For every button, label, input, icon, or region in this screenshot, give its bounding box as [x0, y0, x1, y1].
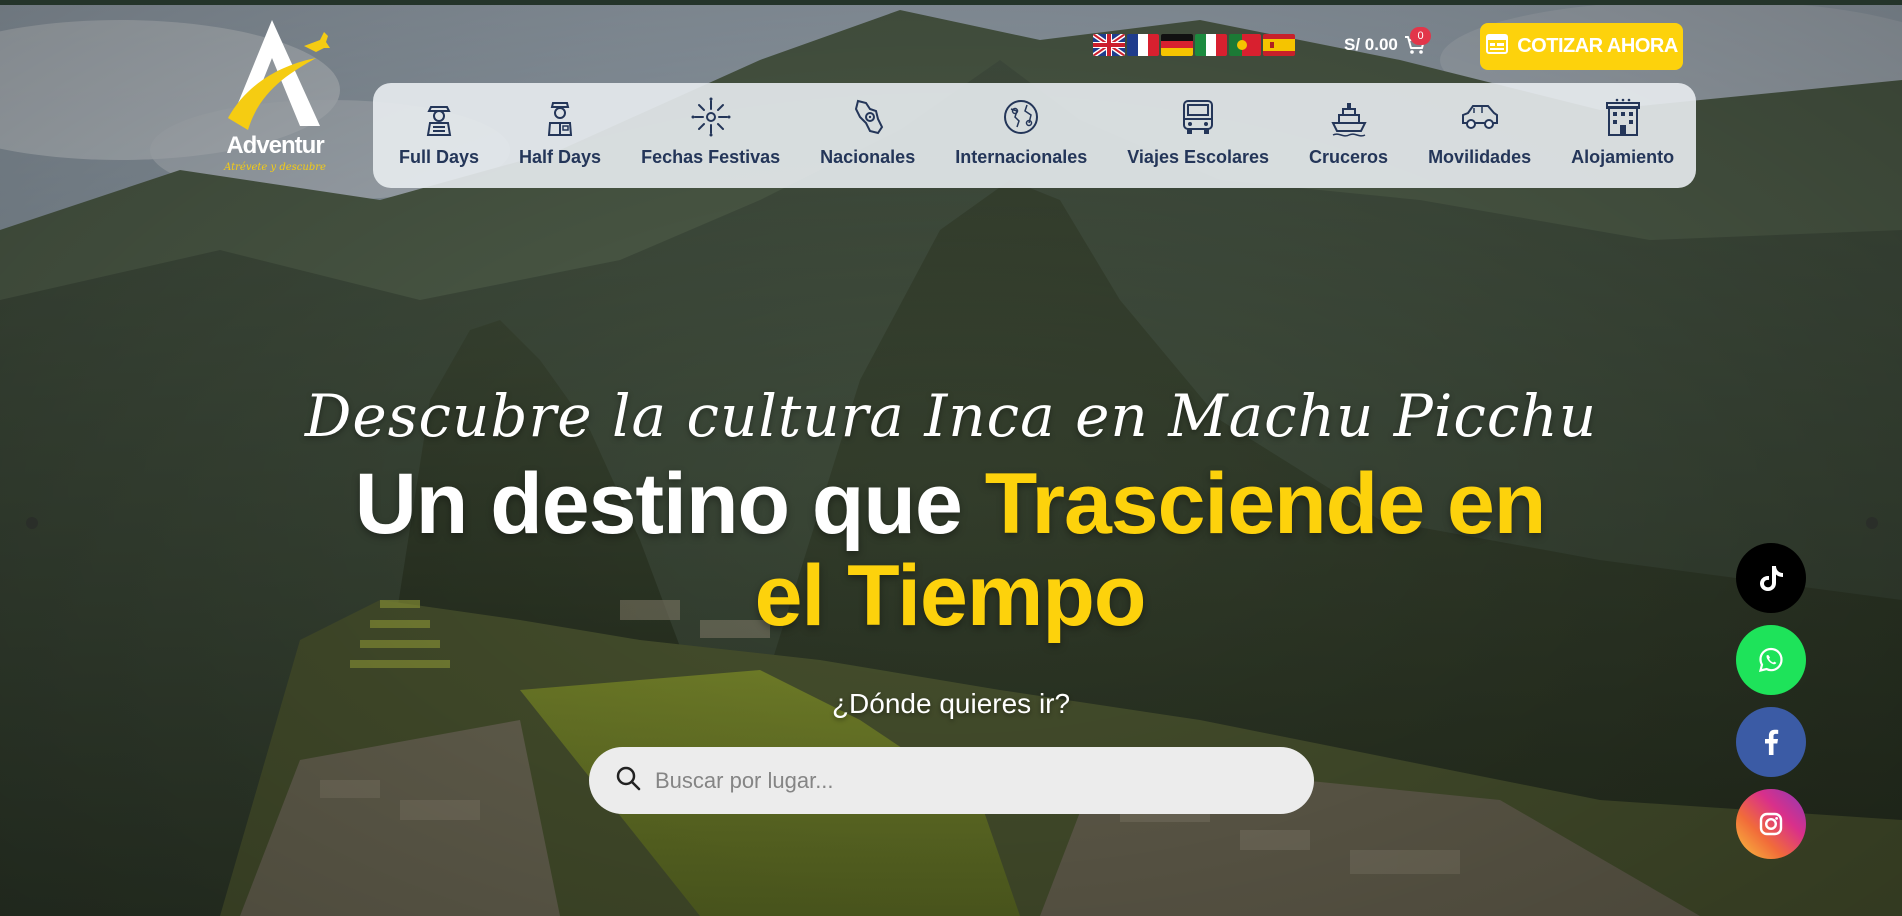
- cruise-ship-icon: [1330, 103, 1367, 137]
- nav-item-alojamiento[interactable]: Alojamiento: [1571, 97, 1674, 168]
- main-nav: Full Days Half Days Fechas Festivas Naci…: [373, 83, 1696, 188]
- hero-headline: Un destino que Trasciende en el Tiempo: [330, 458, 1570, 642]
- explorer-icon: [426, 106, 452, 136]
- search-bar: [589, 747, 1314, 814]
- top-border: [0, 0, 1902, 5]
- nav-label: Movilidades: [1428, 147, 1532, 167]
- globe-pins-icon: [1004, 100, 1039, 134]
- tiktok-icon: [1760, 566, 1783, 591]
- headline-white-text: Un destino que: [354, 456, 985, 552]
- nav-item-cruceros[interactable]: Cruceros: [1309, 97, 1388, 168]
- language-switcher: [1093, 34, 1295, 58]
- nav-item-full-days[interactable]: Full Days: [399, 97, 479, 168]
- instagram-link[interactable]: [1736, 789, 1806, 859]
- car-icon: [1461, 105, 1498, 129]
- guide-icon: [547, 102, 573, 136]
- instagram-icon: [1759, 812, 1783, 836]
- nav-item-viajes-escolares[interactable]: Viajes Escolares: [1127, 97, 1269, 168]
- nav-item-half-days[interactable]: Half Days: [519, 97, 601, 168]
- flag-uk-icon[interactable]: [1093, 34, 1125, 56]
- nav-label: Internacionales: [955, 147, 1088, 167]
- brand-logo[interactable]: Adventur Atrévete y descubre: [220, 18, 330, 178]
- nav-label: Cruceros: [1309, 147, 1389, 167]
- whatsapp-icon: [1758, 647, 1783, 673]
- nav-label: Half Days: [519, 147, 602, 167]
- whatsapp-link[interactable]: [1736, 625, 1806, 695]
- slider-prev-dot[interactable]: [26, 517, 38, 529]
- nav-item-fechas-festivas[interactable]: Fechas Festivas: [641, 97, 780, 168]
- facebook-link[interactable]: [1736, 707, 1806, 777]
- nav-label: Viajes Escolares: [1127, 147, 1270, 167]
- adventur-logo-mark: [228, 20, 330, 130]
- quote-form-icon: [1485, 32, 1509, 61]
- nav-item-movilidades[interactable]: Movilidades: [1428, 97, 1531, 168]
- search-icon[interactable]: [615, 765, 641, 796]
- flag-italy-icon[interactable]: [1195, 34, 1227, 56]
- flag-portugal-icon[interactable]: [1229, 34, 1261, 56]
- flag-france-icon[interactable]: [1127, 34, 1159, 56]
- quote-now-button[interactable]: COTIZAR AHORA: [1480, 23, 1683, 70]
- peru-map-pin-icon: [854, 99, 883, 135]
- slider-next-dot[interactable]: [1866, 517, 1878, 529]
- tiktok-link[interactable]: [1736, 543, 1806, 613]
- nav-label: Nacionales: [820, 147, 916, 167]
- facebook-icon: [1765, 729, 1779, 755]
- hotel-icon: [1605, 98, 1640, 136]
- quote-now-label: COTIZAR AHORA: [1517, 35, 1678, 57]
- brand-name: Adventur: [226, 132, 324, 159]
- hero-question: ¿Dónde quieres ir?: [831, 688, 1071, 719]
- nav-label: Fechas Festivas: [641, 147, 781, 167]
- nav-item-internacionales[interactable]: Internacionales: [955, 97, 1087, 168]
- cart-total: S/ 0.00: [1344, 35, 1398, 54]
- nav-item-nacionales[interactable]: Nacionales: [820, 97, 915, 168]
- hero-script-title: Descubre la cultura Inca en Machu Picchu: [304, 382, 1598, 450]
- nav-label: Full Days: [399, 147, 480, 167]
- school-bus-icon: [1183, 100, 1214, 134]
- flag-germany-icon[interactable]: [1161, 34, 1193, 56]
- flag-spain-icon[interactable]: [1263, 34, 1295, 56]
- social-links: [1736, 543, 1806, 859]
- fireworks-icon: [691, 97, 731, 137]
- brand-tagline: Atrévete y descubre: [224, 162, 326, 173]
- cart-count-badge: 0: [1410, 27, 1431, 45]
- search-input[interactable]: [655, 767, 1314, 794]
- nav-label: Alojamiento: [1571, 147, 1675, 167]
